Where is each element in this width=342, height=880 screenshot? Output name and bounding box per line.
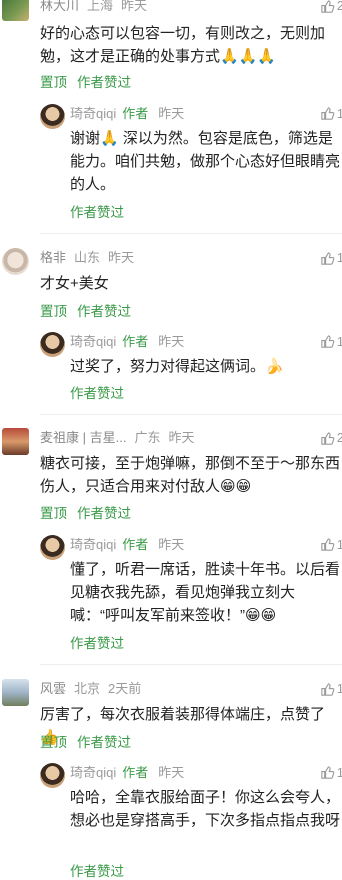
username[interactable]: 林大川 xyxy=(40,0,79,13)
comment-text: 才女+美女 xyxy=(40,275,109,292)
author-tag: 作者 xyxy=(122,537,149,552)
timestamp: 昨天 xyxy=(168,430,195,445)
reply-text: 哈哈，全靠衣服给面子！你这么会夸人，想必也是穿搭高手，下次多指点指点我呀 xyxy=(70,789,341,829)
author-liked-badge: 作者赞过 xyxy=(77,506,131,521)
reply-timestamp: 昨天 xyxy=(158,537,185,552)
reply-meta: 琦奇qiqi 作者 昨天 xyxy=(70,765,184,781)
reply-username[interactable]: 琦奇qiqi xyxy=(70,334,116,349)
thumbs-up-icon xyxy=(321,335,335,348)
comment-meta: 风雲 北京 2天前 xyxy=(40,681,141,697)
username[interactable]: 格非 xyxy=(40,250,66,265)
like-button[interactable]: 1 xyxy=(320,250,342,266)
thumbs-up-icon xyxy=(321,682,335,696)
reply-username[interactable]: 琦奇qiqi xyxy=(70,106,116,121)
reply-avatar[interactable] xyxy=(40,535,65,560)
pinned-badge: 置顶 xyxy=(40,75,67,90)
thumbs-up-icon xyxy=(321,538,335,551)
pinned-badge: 置顶 xyxy=(40,735,67,750)
location: 广东 xyxy=(134,430,161,445)
location: 上海 xyxy=(87,0,114,13)
reply-meta: 琦奇qiqi 作者 昨天 xyxy=(70,334,184,350)
comment-text: 糖衣可接，至于炮弹嘛，那倒不至于～那东西伤人，只适合用来对付敌人😁😁 xyxy=(40,455,341,495)
like-count: 2 xyxy=(336,430,342,445)
reply-timestamp: 昨天 xyxy=(158,765,185,780)
reply-text: 懂了，听君一席话，胜读十年书。以后看见糖衣我先舔，看见炮弹我立刻大喊：“呼叫友军… xyxy=(70,561,341,624)
username[interactable]: 麦祖康 | 吉星... xyxy=(40,430,126,445)
author-tag: 作者 xyxy=(122,765,149,780)
location: 山东 xyxy=(74,250,101,265)
reply-like-count: 1 xyxy=(336,334,342,349)
username[interactable]: 风雲 xyxy=(40,681,66,696)
reply-author-liked-badge: 作者赞过 xyxy=(70,386,124,401)
reply-author-liked-badge: 作者赞过 xyxy=(70,205,124,220)
thumbs-up-icon xyxy=(321,431,335,445)
reply-avatar[interactable] xyxy=(40,763,65,788)
reply-timestamp: 昨天 xyxy=(158,106,185,121)
reply-username[interactable]: 琦奇qiqi xyxy=(70,537,116,552)
timestamp: 昨天 xyxy=(121,0,148,13)
avatar[interactable] xyxy=(2,0,29,21)
avatar[interactable] xyxy=(2,679,29,706)
author-tag: 作者 xyxy=(122,106,149,121)
avatar[interactable] xyxy=(2,428,29,455)
comment-meta: 格非 山东 昨天 xyxy=(40,250,134,266)
reply-like-button[interactable]: 1 xyxy=(320,106,342,121)
author-liked-badge: 作者赞过 xyxy=(77,735,131,750)
reply-text: 过奖了，努力对得起这俩词。🍌 xyxy=(70,358,284,375)
reply-meta: 琦奇qiqi 作者 昨天 xyxy=(70,106,184,122)
like-button[interactable]: 2 xyxy=(320,0,342,14)
comment-actions: 置顶 作者赞过 xyxy=(40,300,131,320)
reply-avatar[interactable] xyxy=(40,332,65,357)
comment-actions: 置顶 作者赞过 xyxy=(40,71,131,91)
timestamp: 2天前 xyxy=(108,681,142,696)
author-tag: 作者 xyxy=(122,334,149,349)
reply-author-liked-badge: 作者赞过 xyxy=(70,636,124,651)
avatar[interactable] xyxy=(2,248,29,275)
divider xyxy=(40,414,342,415)
like-count: 2 xyxy=(336,0,342,13)
location: 北京 xyxy=(74,681,101,696)
pray-emoji: 🙏🙏🙏 xyxy=(220,48,277,65)
reply-like-button[interactable]: 1 xyxy=(320,537,342,552)
reply-timestamp: 昨天 xyxy=(158,334,185,349)
thumbs-up-icon xyxy=(321,0,335,13)
divider xyxy=(40,233,342,234)
divider xyxy=(40,664,342,665)
comment-text: 好的心态可以包容一切，有则改之，无则加勉，这才是正确的处事方式🙏🙏🙏 xyxy=(40,25,326,65)
timestamp: 昨天 xyxy=(108,250,135,265)
reply-like-button[interactable]: 1 xyxy=(320,765,342,780)
thumbs-up-icon xyxy=(321,107,335,120)
like-button[interactable]: 2 xyxy=(320,430,342,446)
comment-actions: 置顶 作者赞过 xyxy=(40,502,131,522)
author-liked-badge: 作者赞过 xyxy=(77,304,131,319)
comment-actions: 置顶 作者赞过 xyxy=(40,731,131,751)
pinned-badge: 置顶 xyxy=(40,506,67,521)
reply-like-count: 1 xyxy=(336,106,342,121)
reply-meta: 琦奇qiqi 作者 昨天 xyxy=(70,537,184,553)
comment-meta: 麦祖康 | 吉星... 广东 昨天 xyxy=(40,430,194,446)
like-count: 1 xyxy=(336,681,342,696)
reply-username[interactable]: 琦奇qiqi xyxy=(70,765,116,780)
pinned-badge: 置顶 xyxy=(40,304,67,319)
reply-avatar[interactable] xyxy=(40,104,65,129)
comment-meta: 林大川 上海 昨天 xyxy=(40,0,147,14)
like-button[interactable]: 1 xyxy=(320,681,342,697)
author-liked-badge: 作者赞过 xyxy=(77,75,131,90)
thumbs-up-icon xyxy=(321,766,335,779)
like-count: 1 xyxy=(336,250,342,265)
reply-text: 谢谢🙏 深以为然。包容是底色，筛选是能力。咱们共勉，做那个心态好但眼睛亮的人。 xyxy=(70,130,341,193)
thumbs-up-icon xyxy=(321,251,335,265)
reply-like-count: 1 xyxy=(336,765,342,780)
reply-author-liked-badge: 作者赞过 xyxy=(70,864,124,879)
reply-like-count: 1 xyxy=(336,537,342,552)
reply-like-button[interactable]: 1 xyxy=(320,334,342,349)
